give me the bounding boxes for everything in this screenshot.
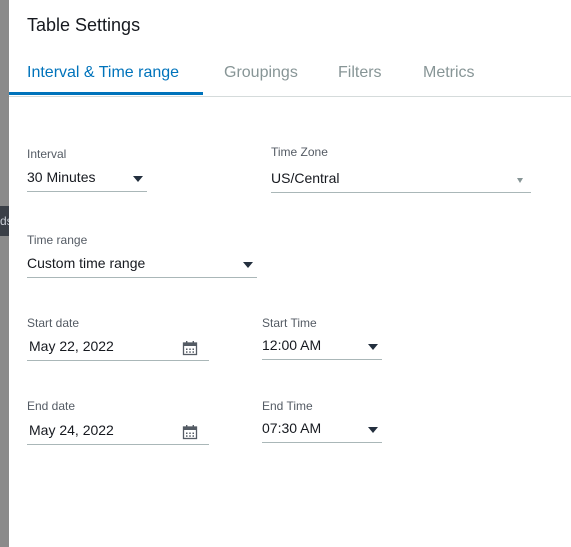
end-date-label: End date [27,399,76,413]
tab-interval-time-range[interactable]: Interval & Time range [27,64,179,82]
caret-down-icon [133,176,143,182]
time-range-value: Custom time range [27,255,146,271]
interval-label: Interval [27,147,67,161]
start-time-select[interactable]: 12:00 AM [262,335,382,360]
table-settings-panel: Table Settings Interval & Time range Gro… [9,0,571,547]
end-time-value: 07:30 AM [262,420,322,436]
start-time-value: 12:00 AM [262,337,322,353]
time-zone-value: US/Central [271,170,340,186]
calendar-icon[interactable] [182,424,198,440]
time-range-select[interactable]: Custom time range [27,253,257,278]
tab-filters[interactable]: Filters [338,64,382,82]
dialog-title: Table Settings [27,15,141,35]
end-date-value: May 24, 2022 [29,422,114,438]
tab-metrics[interactable]: Metrics [423,64,475,82]
settings-tabs: Interval & Time range Groupings Filters … [9,56,571,97]
start-date-input[interactable]: May 22, 2022 [27,336,209,361]
start-time-label: Start Time [262,316,317,330]
tab-groupings[interactable]: Groupings [224,64,298,82]
interval-value: 30 Minutes [27,169,96,185]
caret-down-icon [368,427,378,433]
start-date-label: Start date [27,316,80,330]
caret-down-icon [243,262,253,268]
active-tab-indicator [9,92,203,95]
caret-down-icon [368,344,378,350]
backdrop-overlay [0,0,9,547]
start-date-value: May 22, 2022 [29,338,114,354]
end-date-input[interactable]: May 24, 2022 [27,420,209,445]
backdrop-fragment: ds [0,206,9,236]
end-time-select[interactable]: 07:30 AM [262,418,382,443]
end-time-label: End Time [262,399,313,413]
calendar-icon[interactable] [182,340,198,356]
caret-down-icon [517,178,523,183]
time-range-label: Time range [27,233,88,247]
time-zone-select[interactable]: US/Central [271,168,531,193]
interval-select[interactable]: 30 Minutes [27,167,147,192]
time-zone-label: Time Zone [271,145,328,159]
